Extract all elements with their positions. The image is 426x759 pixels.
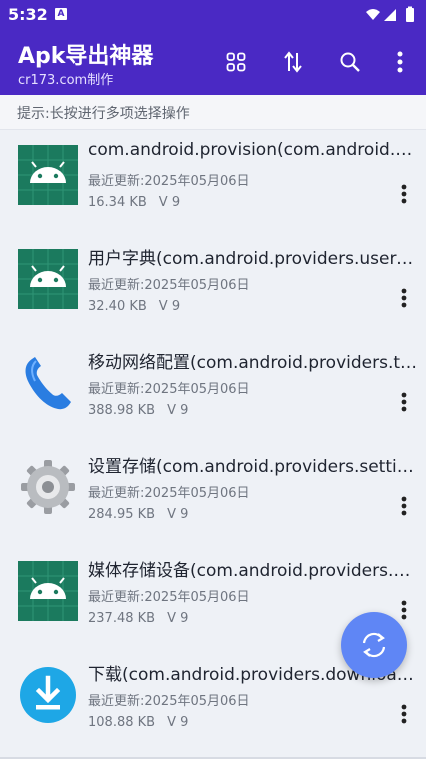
app-title: 移动网络配置(com.android.providers.telephony) (88, 353, 422, 373)
list-item[interactable]: 移动网络配置(com.android.providers.telephony) … (0, 338, 426, 442)
list-item[interactable]: com.android.provision(com.android.provis… (0, 130, 426, 234)
download-icon (20, 667, 76, 723)
item-menu-button[interactable] (394, 284, 414, 312)
status-indicators (366, 6, 414, 22)
app-meta: 16.34 KB V 9 (88, 195, 180, 210)
app-title: Apk导出神器 (18, 44, 154, 69)
settings-gear-icon (21, 460, 75, 514)
app-size: 16.34 KB (88, 195, 147, 210)
app-title: com.android.provision(com.android.provis… (88, 140, 422, 160)
hint-text: 提示:长按进行多项选择操作 (17, 106, 190, 122)
item-menu-button[interactable] (394, 700, 414, 728)
more-vert-icon (401, 288, 407, 308)
item-menu-button[interactable] (394, 596, 414, 624)
android-icon (18, 145, 78, 205)
app-size: 32.40 KB (88, 299, 147, 314)
app-title: 媒体存储设备(com.android.providers.media) (88, 561, 422, 581)
more-vert-icon (401, 496, 407, 516)
app-meta: 108.88 KB V 9 (88, 715, 188, 730)
app-version: V 9 (167, 403, 189, 418)
app-meta: 388.98 KB V 9 (88, 403, 188, 418)
app-meta: 237.48 KB V 9 (88, 611, 188, 626)
sort-icon (284, 51, 302, 73)
app-version: V 9 (167, 611, 189, 626)
app-updated: 最近更新:2025年05月06日 (88, 590, 250, 605)
list-item[interactable]: 用户字典(com.android.providers.userdictionar… (0, 234, 426, 338)
refresh-fab-button[interactable] (341, 612, 407, 678)
more-vert-icon (397, 51, 403, 73)
app-updated: 最近更新:2025年05月06日 (88, 174, 250, 189)
app-updated: 最近更新:2025年05月06日 (88, 694, 250, 709)
app-size: 108.88 KB (88, 715, 156, 730)
more-vert-icon (401, 600, 407, 620)
app-meta: 32.40 KB V 9 (88, 299, 180, 314)
app-size: 284.95 KB (88, 507, 156, 522)
app-meta: 284.95 KB V 9 (88, 507, 188, 522)
list-item[interactable]: 设置存储(com.android.providers.settings) 最近更… (0, 442, 426, 546)
more-vert-icon (401, 392, 407, 412)
more-vert-icon (401, 184, 407, 204)
item-menu-button[interactable] (394, 492, 414, 520)
item-menu-button[interactable] (394, 180, 414, 208)
notification-badge-icon: A (55, 8, 67, 20)
search-icon (340, 52, 360, 72)
app-bar: Apk导出神器 cr173.com制作 (0, 30, 426, 95)
app-updated: 最近更新:2025年05月06日 (88, 382, 250, 397)
more-vert-icon (401, 704, 407, 724)
app-version: V 9 (167, 507, 189, 522)
phone-icon (25, 357, 71, 410)
app-subtitle: cr173.com制作 (18, 73, 114, 88)
app-version: V 9 (158, 195, 181, 210)
wifi-icon (366, 9, 380, 20)
app-size: 388.98 KB (88, 403, 156, 418)
grid-icon (226, 52, 246, 72)
android-icon (18, 249, 78, 309)
app-title: 用户字典(com.android.providers.userdictionar… (88, 249, 422, 269)
grid-view-button[interactable] (222, 48, 250, 76)
signal-icon (384, 9, 396, 21)
app-title: 设置存储(com.android.providers.settings) (88, 457, 422, 477)
hint-bar: 提示:长按进行多项选择操作 (0, 95, 426, 130)
status-time: 5:32 (8, 5, 48, 24)
search-button[interactable] (336, 48, 364, 76)
sort-button[interactable] (279, 48, 307, 76)
overflow-menu-button[interactable] (386, 48, 414, 76)
refresh-icon (362, 632, 386, 658)
battery-icon (406, 8, 414, 22)
android-icon (18, 561, 78, 621)
app-updated: 最近更新:2025年05月06日 (88, 278, 250, 293)
app-size: 237.48 KB (88, 611, 156, 626)
item-menu-button[interactable] (394, 388, 414, 416)
app-updated: 最近更新:2025年05月06日 (88, 486, 250, 501)
status-bar: 5:32 A (0, 0, 426, 30)
app-version: V 9 (167, 715, 189, 730)
app-version: V 9 (158, 299, 181, 314)
